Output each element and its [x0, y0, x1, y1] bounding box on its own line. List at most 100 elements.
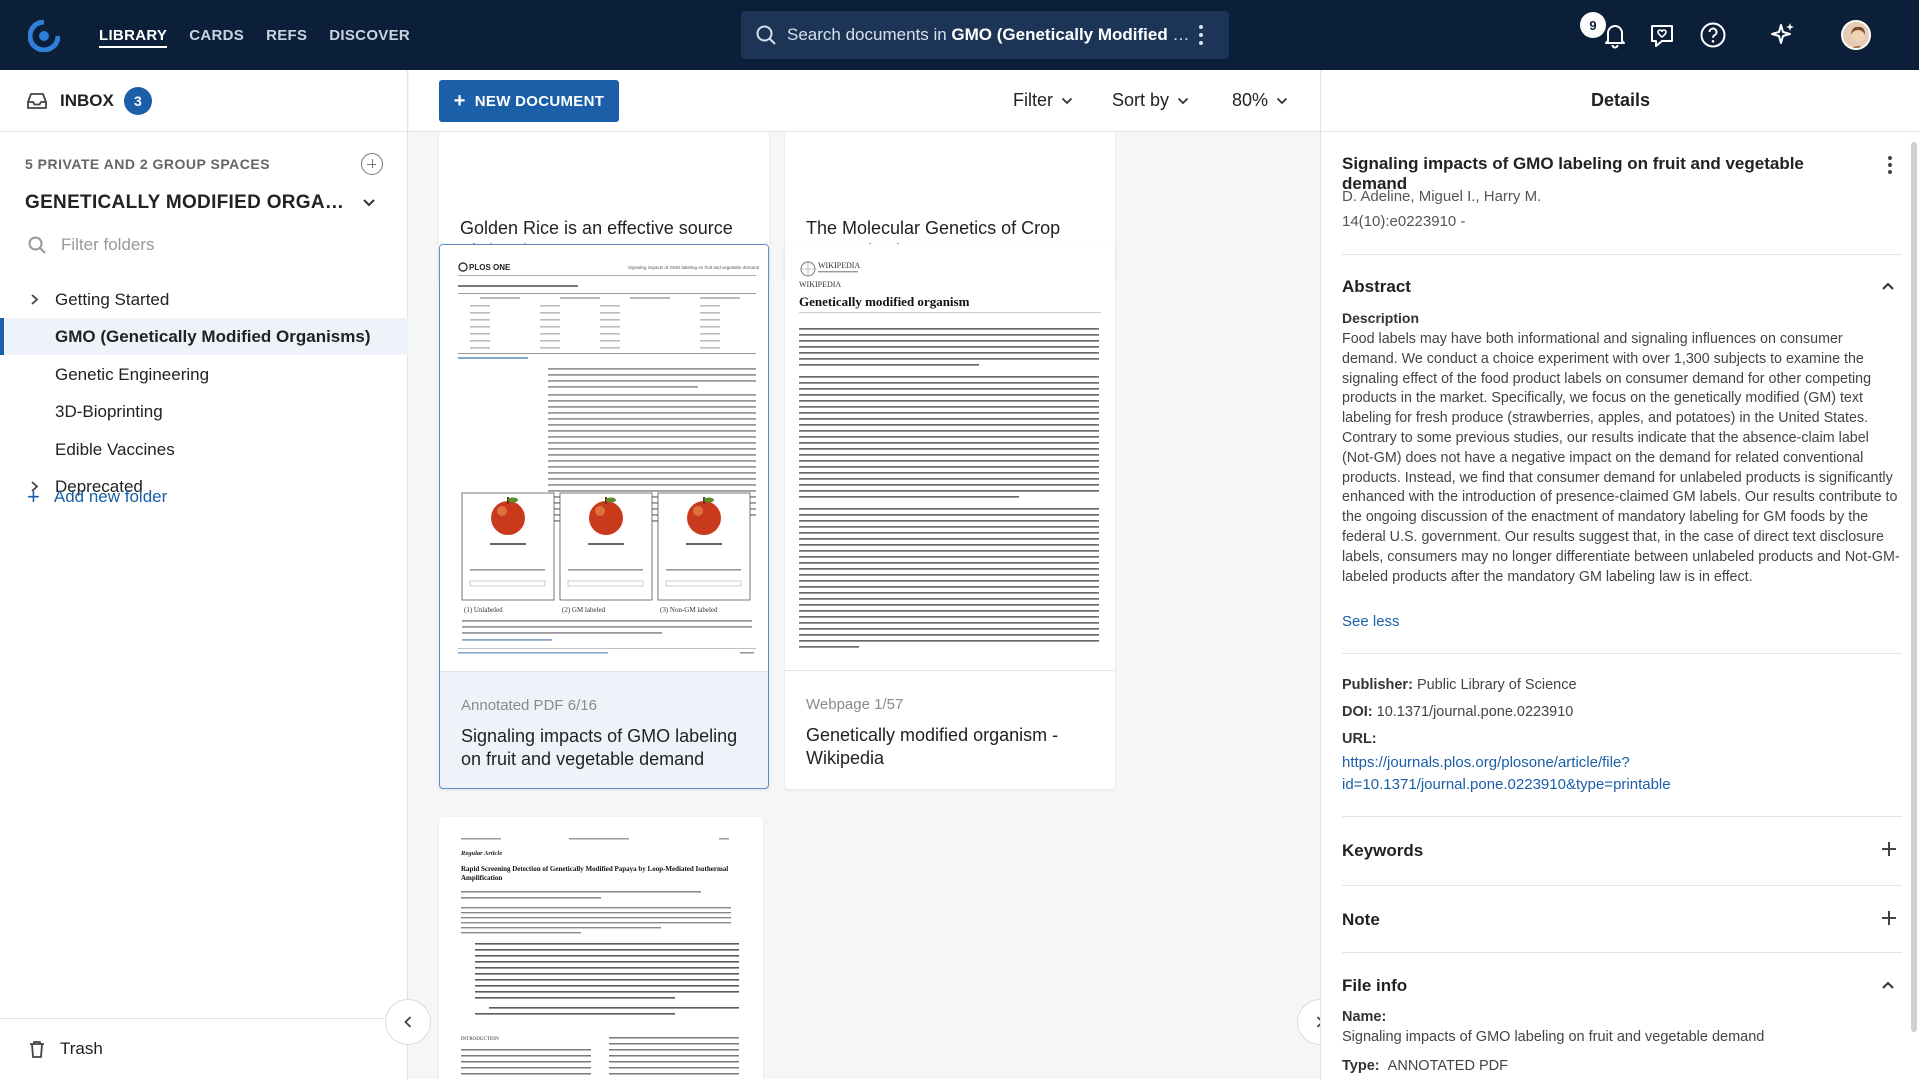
pdf-page-preview: PLOS ONE Signaling impacts of GMO labeli… — [440, 245, 768, 671]
file-name-value: Signaling impacts of GMO labeling on fru… — [1342, 1029, 1765, 1045]
publisher-label: Publisher: — [1342, 677, 1413, 693]
trash-row[interactable]: Trash — [0, 1018, 408, 1079]
keywords-heading[interactable]: Keywords — [1342, 841, 1423, 861]
main-nav: LIBRARY CARDS REFS DISCOVER — [99, 0, 410, 70]
doi-label: DOI: — [1342, 704, 1373, 720]
add-folder-button[interactable]: + Add new folder — [27, 486, 167, 508]
chevron-right-icon[interactable] — [30, 293, 39, 306]
folder-edible-vaccines[interactable]: Edible Vaccines — [0, 431, 408, 468]
plus-icon[interactable] — [1881, 910, 1897, 926]
divider — [1342, 816, 1902, 817]
abstract-text: Food labels may have both informational … — [1342, 331, 1900, 585]
folder-3d-bioprinting[interactable]: 3D-Bioprinting — [0, 393, 408, 430]
zoom-label: 80% — [1232, 90, 1269, 110]
search-icon — [756, 25, 776, 45]
plos-running-title: Signaling impacts of GMO labeling on fru… — [628, 265, 760, 270]
details-scrollbar[interactable] — [1911, 142, 1917, 1032]
chevron-up-icon[interactable] — [1881, 281, 1895, 291]
document-issue: 14(10):e0223910 - — [1342, 213, 1466, 230]
wiki-title-text: Genetically modified organism — [799, 294, 970, 309]
document-card[interactable]: WIKIPEDIA WIKIPEDIA Genetically modified… — [785, 244, 1115, 789]
url-row: URL: — [1342, 731, 1377, 747]
nav-refs[interactable]: REFS — [266, 0, 307, 70]
chevron-down-icon[interactable] — [362, 198, 376, 208]
file-type-row: Type: ANNOTATED PDF — [1342, 1058, 1508, 1074]
see-less-link[interactable]: See less — [1342, 613, 1400, 630]
nav-library[interactable]: LIBRARY — [99, 0, 168, 70]
folder-label: Edible Vaccines — [55, 439, 175, 459]
chevron-left-icon — [404, 1016, 412, 1028]
chevron-up-icon[interactable] — [1881, 980, 1895, 990]
paper-kind-text: Regular Article — [460, 850, 502, 857]
app-logo-icon[interactable] — [28, 20, 60, 52]
document-card-selected[interactable]: PLOS ONE Signaling impacts of GMO labeli… — [439, 244, 769, 789]
document-card[interactable]: Regular Article Rapid Screening Detectio… — [439, 817, 763, 1079]
nav-cards[interactable]: CARDS — [189, 0, 244, 70]
main-toolbar: + NEW DOCUMENT Filter Sort by 80% — [409, 70, 1320, 132]
divider — [1342, 885, 1902, 886]
details-panel: Details Signaling impacts of GMO labelin… — [1320, 70, 1919, 1079]
collapse-sidebar-button[interactable] — [385, 999, 431, 1045]
plos-header-text: PLOS ONE — [469, 263, 511, 272]
inbox-label: INBOX — [60, 90, 114, 110]
sort-dropdown[interactable]: Sort by — [1112, 90, 1189, 111]
plus-icon: + — [453, 90, 466, 112]
feedback-icon[interactable] — [1647, 20, 1677, 50]
publisher-row: Publisher: Public Library of Science — [1342, 677, 1577, 693]
add-space-button[interactable] — [361, 153, 383, 175]
plus-icon[interactable] — [1881, 841, 1897, 857]
search-input[interactable]: Search documents in GMO (Genetically Mod… — [787, 25, 1197, 45]
folder-gmo[interactable]: GMO (Genetically Modified Organisms) — [0, 318, 408, 355]
paper-section-text: INTRODUCTION — [461, 1037, 499, 1042]
card-type: Annotated PDF 6/16 — [461, 697, 597, 714]
search-options-icon[interactable] — [1199, 25, 1203, 45]
inbox-row[interactable]: INBOX 3 — [0, 70, 408, 132]
help-icon[interactable] — [1698, 20, 1728, 50]
more-options-icon[interactable] — [1888, 156, 1892, 174]
zoom-dropdown[interactable]: 80% — [1232, 90, 1288, 111]
card-type: Webpage 1/57 — [806, 696, 904, 713]
divider — [1342, 254, 1902, 255]
document-grid: Golden Rice is an effective source of vi… — [409, 70, 1320, 1079]
chevron-down-icon — [1177, 97, 1189, 104]
folder-genetic-engineering[interactable]: Genetic Engineering — [0, 356, 408, 393]
plus-icon: + — [27, 484, 40, 509]
inbox-icon — [27, 92, 47, 109]
avatar[interactable] — [1841, 20, 1871, 50]
search-icon — [28, 236, 46, 254]
description-label: Description — [1342, 310, 1420, 326]
url-link[interactable]: https://journals.plos.org/plosone/articl… — [1342, 752, 1862, 796]
publisher-value: Public Library of Science — [1416, 677, 1577, 693]
document-authors: D. Adeline, Miguel I., Harry M. — [1342, 188, 1542, 205]
folder-label: Genetic Engineering — [55, 364, 210, 384]
divider — [1342, 653, 1902, 654]
divider — [1342, 952, 1902, 953]
trash-label: Trash — [60, 1039, 103, 1058]
filter-label: Filter — [1013, 90, 1053, 110]
file-type-value: ANNOTATED PDF — [1387, 1058, 1508, 1074]
inbox-count-badge: 3 — [123, 86, 152, 115]
folder-label: GMO (Genetically Modified Organisms) — [55, 326, 371, 346]
filter-folders-placeholder: Filter folders — [61, 235, 155, 254]
file-name-label: Name: — [1342, 1009, 1387, 1025]
top-bar: LIBRARY CARDS REFS DISCOVER Search docum… — [0, 0, 1919, 70]
new-document-button[interactable]: + NEW DOCUMENT — [439, 80, 619, 122]
abstract-heading[interactable]: Abstract — [1342, 277, 1411, 297]
details-header: Details — [1321, 70, 1919, 132]
url-label: URL: — [1342, 731, 1377, 747]
note-heading[interactable]: Note — [1342, 910, 1380, 930]
folder-getting-started[interactable]: Getting Started — [0, 281, 408, 318]
wiki-brand-text: WIKIPEDIA — [799, 280, 841, 289]
wiki-page-preview: WIKIPEDIA WIKIPEDIA Genetically modified… — [785, 244, 1115, 670]
filter-folders-input[interactable]: Filter folders — [27, 230, 155, 260]
file-info-heading[interactable]: File info — [1342, 976, 1407, 996]
nav-discover[interactable]: DISCOVER — [329, 0, 410, 70]
group-title[interactable]: GENETICALLY MODIFIED ORGANIS... — [25, 192, 355, 214]
spaces-label: 5 PRIVATE AND 2 GROUP SPACES — [25, 156, 271, 172]
folder-label: 3D-Bioprinting — [55, 401, 163, 421]
filter-dropdown[interactable]: Filter — [1013, 90, 1073, 111]
pdf-page-preview: Regular Article Rapid Screening Detectio… — [439, 817, 763, 1079]
search-bar[interactable]: Search documents in GMO (Genetically Mod… — [741, 11, 1229, 59]
doi-row: DOI: 10.1371/journal.pone.0223910 — [1342, 704, 1573, 720]
sparkle-icon[interactable] — [1768, 20, 1798, 50]
